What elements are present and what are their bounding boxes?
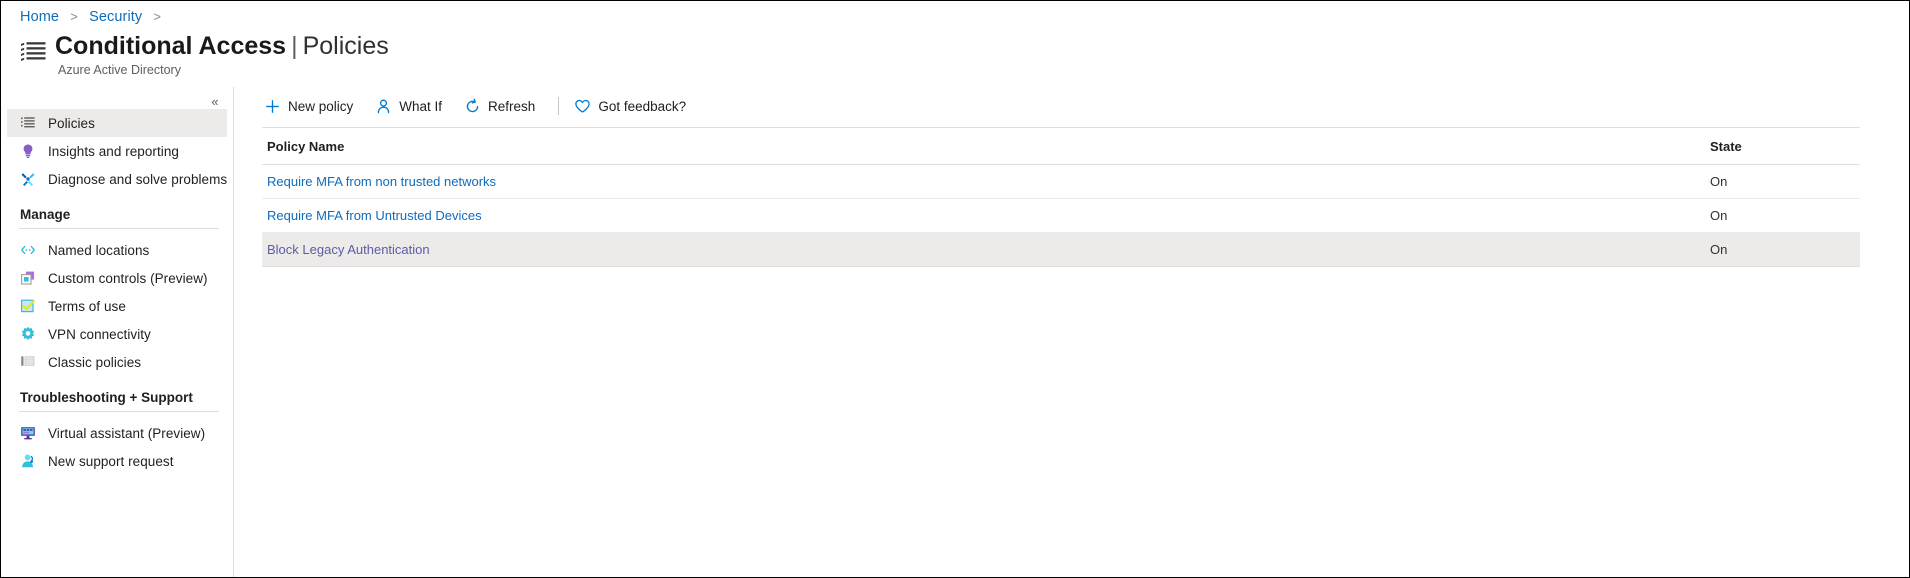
- heart-icon: [574, 98, 591, 115]
- policy-name-cell: Require MFA from non trusted networks: [262, 164, 1710, 199]
- sidebar-item-policies[interactable]: Policies: [7, 109, 227, 137]
- sidebar-item-label: New support request: [48, 453, 174, 469]
- page-title-separator: |: [291, 32, 298, 60]
- sidebar-item-classic-policies[interactable]: Classic policies: [7, 348, 227, 376]
- sidebar-item-custom-controls-preview[interactable]: Custom controls (Preview): [7, 264, 227, 292]
- refresh-icon: [464, 98, 481, 115]
- breadcrumb-item-security[interactable]: Security: [89, 9, 142, 25]
- policy-name-cell: Require MFA from Untrusted Devices: [262, 198, 1710, 233]
- person-icon: [375, 98, 392, 115]
- table-row[interactable]: Block Legacy Authentication On: [262, 232, 1860, 267]
- new-policy-button[interactable]: New policy: [262, 92, 363, 120]
- support-person-icon: [20, 453, 36, 469]
- sidebar-item-diagnose-and-solve-problems[interactable]: Diagnose and solve problems: [7, 165, 227, 193]
- toolbar-divider: [558, 97, 560, 115]
- sidebar-item-label: Diagnose and solve problems: [48, 171, 228, 187]
- sidebar-item-named-locations[interactable]: Named locations: [7, 236, 227, 264]
- policy-state-value: On: [1710, 174, 1728, 189]
- sidebar-item-label: Policies: [48, 115, 95, 131]
- table-header-row: Policy Name State: [262, 128, 1860, 165]
- sidebar-item-virtual-assistant-preview[interactable]: Virtual assistant (Preview): [7, 419, 227, 447]
- sidebar-item-label: Insights and reporting: [48, 143, 179, 159]
- checkbox-icon: [20, 298, 36, 314]
- breadcrumb-item-home[interactable]: Home: [20, 9, 59, 25]
- column-header-state[interactable]: State: [1710, 128, 1860, 165]
- sidebar-group-troubleshooting-support: Troubleshooting + Support: [2, 390, 234, 412]
- sidebar: « Policies Insights and reporting Diagno…: [2, 87, 234, 577]
- sidebar-group-manage: Manage: [2, 207, 234, 229]
- policy-link[interactable]: Block Legacy Authentication: [267, 242, 430, 257]
- sidebar-item-label: Classic policies: [48, 354, 142, 370]
- command-label: Got feedback?: [598, 98, 687, 114]
- sidebar-group-label: Manage: [20, 207, 71, 222]
- custom-control-icon: [20, 270, 36, 286]
- sidebar-item-terms-of-use[interactable]: Terms of use: [7, 292, 227, 320]
- policy-state-cell: On: [1710, 232, 1860, 267]
- table-head: Policy Name State: [262, 128, 1860, 165]
- sidebar-item-label: VPN connectivity: [48, 326, 151, 342]
- got-feedback-button[interactable]: Got feedback?: [572, 92, 696, 120]
- breadcrumb-separator: >: [70, 9, 78, 24]
- plus-icon: [264, 98, 281, 115]
- sidebar-nav: Policies Insights and reporting Diagnose…: [2, 109, 234, 475]
- sidebar-item-label: Virtual assistant (Preview): [48, 425, 206, 441]
- conditional-access-policies-page: Home > Security > Conditional Access | P…: [0, 0, 1910, 578]
- policies-table-container: Policy Name State Require MFA from non t…: [262, 127, 1860, 267]
- command-label: Refresh: [488, 98, 536, 114]
- policy-link[interactable]: Require MFA from non trusted networks: [267, 174, 496, 189]
- breadcrumb-separator: >: [153, 9, 162, 24]
- table-row[interactable]: Require MFA from non trusted networks On: [262, 164, 1860, 199]
- command-bar: New policy What If Refresh Got feedback?: [262, 91, 706, 121]
- policy-state-value: On: [1710, 242, 1728, 257]
- sidebar-item-label: Terms of use: [48, 298, 126, 314]
- page-service-name: Azure Active Directory: [58, 63, 181, 77]
- page-title-main: Conditional Access: [55, 32, 287, 60]
- sidebar-group-label: Troubleshooting + Support: [20, 390, 193, 405]
- lightbulb-icon: [20, 143, 36, 159]
- page-header: Conditional Access | Policies Azure Active…: [19, 31, 389, 77]
- policy-link[interactable]: Require MFA from Untrusted Devices: [267, 208, 482, 223]
- sidebar-item-new-support-request[interactable]: New support request: [7, 447, 227, 475]
- classic-list-icon: [20, 354, 36, 370]
- policy-name-cell: Block Legacy Authentication: [262, 232, 1710, 267]
- page-title-section: Policies: [302, 32, 389, 60]
- policies-table: Policy Name State Require MFA from non t…: [262, 128, 1860, 267]
- sidebar-item-label: Named locations: [48, 242, 150, 258]
- policy-state-cell: On: [1710, 198, 1860, 233]
- table-body: Require MFA from non trusted networks On…: [262, 164, 1860, 267]
- refresh-button[interactable]: Refresh: [462, 92, 545, 120]
- gear-icon: [20, 326, 36, 342]
- collapse-sidebar-icon[interactable]: «: [205, 91, 225, 111]
- sidebar-item-insights-and-reporting[interactable]: Insights and reporting: [7, 137, 227, 165]
- policy-list-icon: [19, 38, 49, 68]
- wrench-icon: [20, 171, 36, 187]
- main-content: New policy What If Refresh Got feedback?…: [234, 87, 1908, 576]
- policy-state-cell: On: [1710, 164, 1860, 199]
- what-if-button[interactable]: What If: [373, 92, 452, 120]
- table-row[interactable]: Require MFA from Untrusted Devices On: [262, 198, 1860, 233]
- column-header-policy-name[interactable]: Policy Name: [262, 128, 1710, 165]
- breadcrumb: Home > Security >: [20, 9, 168, 25]
- code-brackets-icon: [20, 242, 36, 258]
- monitor-assistant-icon: [20, 425, 36, 441]
- list-icon: [20, 115, 36, 131]
- policy-state-value: On: [1710, 208, 1728, 223]
- command-label: What If: [399, 98, 443, 114]
- page-title: Conditional Access | Policies: [55, 31, 389, 61]
- command-label: New policy: [288, 98, 354, 114]
- sidebar-item-vpn-connectivity[interactable]: VPN connectivity: [7, 320, 227, 348]
- sidebar-item-label: Custom controls (Preview): [48, 270, 208, 286]
